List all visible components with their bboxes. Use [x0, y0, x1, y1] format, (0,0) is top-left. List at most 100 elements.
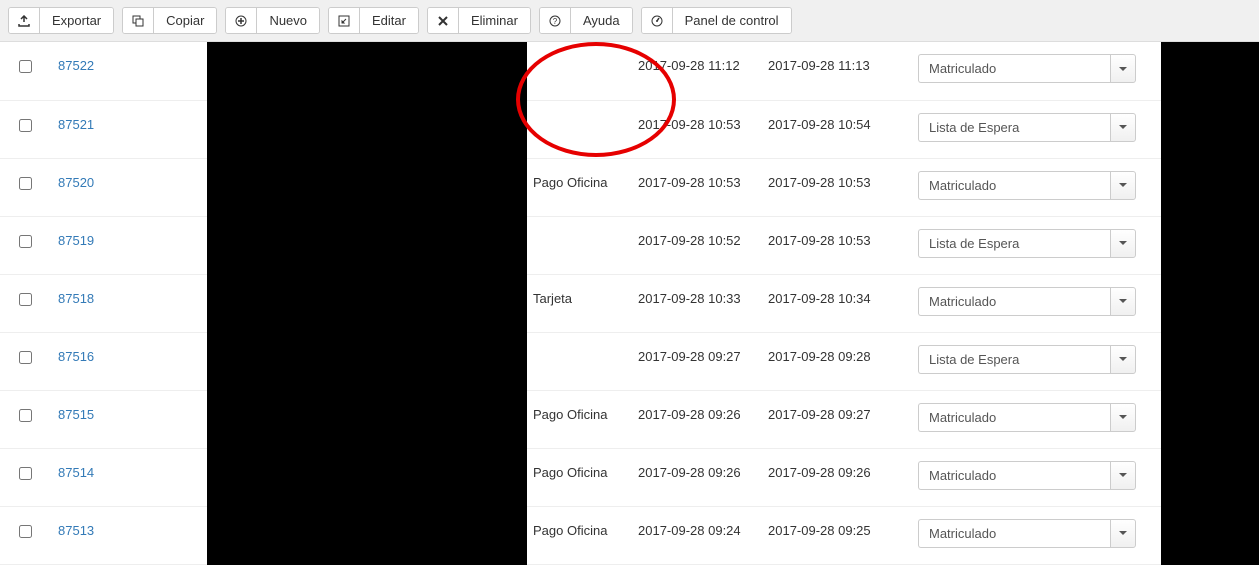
copy-icon[interactable] [123, 8, 154, 33]
table-row: 87515 Pago Oficina 2017-09-28 09:26 2017-09… [0, 390, 1259, 448]
delete-label[interactable]: Eliminar [459, 8, 530, 33]
data-table: 87522 2017-09-28 11:12 2017-09-28 11:13 Mat… [0, 42, 1259, 565]
dashboard-button[interactable]: Panel de control [641, 7, 792, 34]
status-value[interactable]: Matriculado [918, 519, 1110, 548]
created-date: 2017-09-28 11:12 [638, 42, 752, 73]
help-icon[interactable]: ? [540, 8, 571, 33]
created-date: 2017-09-28 10:53 [638, 101, 752, 132]
help-label[interactable]: Ayuda [571, 8, 632, 33]
row-id-link[interactable]: 87518 [58, 291, 94, 306]
payment-method: Pago Oficina [533, 391, 622, 422]
chevron-down-icon[interactable] [1110, 461, 1136, 490]
payment-method: Pago Oficina [533, 507, 622, 538]
status-value[interactable]: Matriculado [918, 54, 1110, 83]
export-button[interactable]: Exportar [8, 7, 114, 34]
modified-date: 2017-09-28 09:28 [768, 333, 902, 364]
row-id-link[interactable]: 87521 [58, 117, 94, 132]
chevron-down-icon[interactable] [1110, 519, 1136, 548]
edit-label[interactable]: Editar [360, 8, 418, 33]
created-date: 2017-09-28 09:26 [638, 449, 752, 480]
row-checkbox[interactable] [19, 293, 32, 306]
dashboard-label[interactable]: Panel de control [673, 8, 791, 33]
row-id-link[interactable]: 87514 [58, 465, 94, 480]
status-select[interactable]: Matriculado [918, 54, 1136, 83]
close-icon[interactable] [428, 8, 459, 33]
copy-button[interactable]: Copiar [122, 7, 217, 34]
table-row: 87514Pago Oficina2017-09-28 09:262017-09… [0, 448, 1259, 506]
new-button[interactable]: Nuevo [225, 7, 320, 34]
export-icon[interactable] [9, 8, 40, 33]
created-date: 2017-09-28 10:53 [638, 159, 752, 190]
edit-button[interactable]: Editar [328, 7, 419, 34]
modified-date: 2017-09-28 09:27 [768, 391, 902, 422]
status-value[interactable]: Lista de Espera [918, 345, 1110, 374]
modified-date: 2017-09-28 09:25 [768, 507, 902, 538]
chevron-down-icon[interactable] [1110, 345, 1136, 374]
export-label[interactable]: Exportar [40, 8, 113, 33]
payment-method [533, 101, 622, 117]
chevron-down-icon[interactable] [1110, 54, 1136, 83]
modified-date: 2017-09-28 10:54 [768, 101, 902, 132]
row-id-link[interactable]: 87519 [58, 233, 94, 248]
chevron-down-icon[interactable] [1110, 113, 1136, 142]
modified-date: 2017-09-28 10:34 [768, 275, 902, 306]
payment-method [533, 42, 622, 58]
status-value[interactable]: Lista de Espera [918, 113, 1110, 142]
payment-method [533, 333, 622, 349]
status-select[interactable]: Matriculado [918, 519, 1136, 548]
copy-label[interactable]: Copiar [154, 8, 216, 33]
edit-icon[interactable] [329, 8, 360, 33]
row-id-link[interactable]: 87513 [58, 523, 94, 538]
table-container: 87522 2017-09-28 11:12 2017-09-28 11:13 Mat… [0, 42, 1259, 565]
status-value[interactable]: Matriculado [918, 403, 1110, 432]
created-date: 2017-09-28 09:26 [638, 391, 752, 422]
status-value[interactable]: Matriculado [918, 461, 1110, 490]
status-select[interactable]: Lista de Espera [918, 345, 1136, 374]
status-select[interactable]: Matriculado [918, 403, 1136, 432]
dashboard-icon[interactable] [642, 8, 673, 33]
modified-date: 2017-09-28 10:53 [768, 217, 902, 248]
created-date: 2017-09-28 09:24 [638, 507, 752, 538]
status-select[interactable]: Lista de Espera [918, 113, 1136, 142]
created-date: 2017-09-28 09:27 [638, 333, 752, 364]
table-row: 87516 2017-09-28 09:27 2017-09-28 09:28 Lis… [0, 332, 1259, 390]
status-select[interactable]: Matriculado [918, 287, 1136, 316]
status-value[interactable]: Matriculado [918, 171, 1110, 200]
status-select[interactable]: Lista de Espera [918, 229, 1136, 258]
row-checkbox[interactable] [19, 351, 32, 364]
plus-icon[interactable] [226, 8, 257, 33]
table-row: 87521 2017-09-28 10:53 2017-09-28 10:54 Lis… [0, 100, 1259, 158]
row-id-link[interactable]: 87522 [58, 58, 94, 73]
status-value[interactable]: Matriculado [918, 287, 1110, 316]
payment-method: Pago Oficina [533, 449, 622, 480]
created-date: 2017-09-28 10:33 [638, 275, 752, 306]
delete-button[interactable]: Eliminar [427, 7, 531, 34]
table-row: 87513 Pago Oficina 2017-09-28 09:24 2017-09… [0, 506, 1259, 564]
status-value[interactable]: Lista de Espera [918, 229, 1110, 258]
table-row: 87520Pago Oficina2017-09-28 10:532017-09… [0, 158, 1259, 216]
new-label[interactable]: Nuevo [257, 8, 319, 33]
help-button[interactable]: ? Ayuda [539, 7, 633, 34]
chevron-down-icon[interactable] [1110, 287, 1136, 316]
payment-method: Tarjeta [533, 275, 622, 306]
toolbar: Exportar Copiar Nuevo Editar Eliminar ? … [0, 0, 1259, 42]
row-checkbox[interactable] [19, 235, 32, 248]
row-checkbox[interactable] [19, 177, 32, 190]
table-row: 87518 Tarjeta 2017-09-28 10:33 2017-09-28 1… [0, 274, 1259, 332]
row-checkbox[interactable] [19, 119, 32, 132]
row-checkbox[interactable] [19, 467, 32, 480]
row-id-link[interactable]: 87515 [58, 407, 94, 422]
status-select[interactable]: Matriculado [918, 461, 1136, 490]
row-checkbox[interactable] [19, 60, 32, 73]
modified-date: 2017-09-28 11:13 [768, 42, 902, 73]
row-checkbox[interactable] [19, 409, 32, 422]
row-checkbox[interactable] [19, 525, 32, 538]
redacted-region-left [207, 42, 527, 565]
row-id-link[interactable]: 87516 [58, 349, 94, 364]
chevron-down-icon[interactable] [1110, 171, 1136, 200]
chevron-down-icon[interactable] [1110, 229, 1136, 258]
modified-date: 2017-09-28 10:53 [768, 159, 902, 190]
status-select[interactable]: Matriculado [918, 171, 1136, 200]
chevron-down-icon[interactable] [1110, 403, 1136, 432]
row-id-link[interactable]: 87520 [58, 175, 94, 190]
